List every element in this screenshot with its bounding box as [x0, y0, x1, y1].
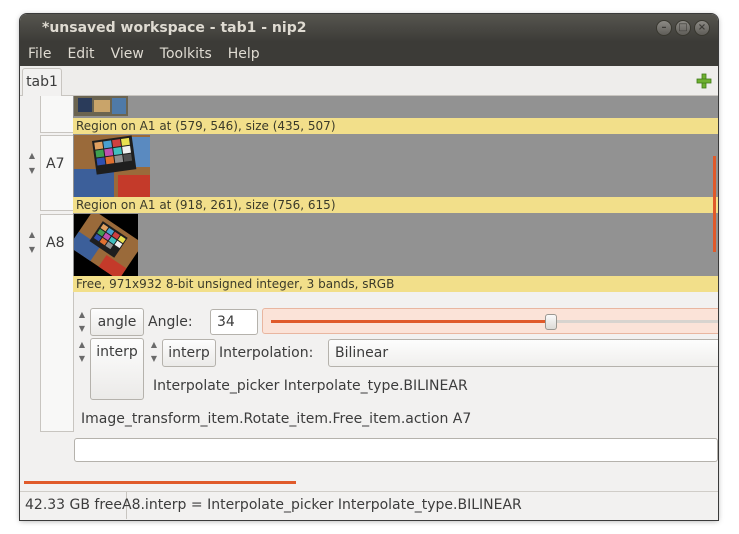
close-icon[interactable]: ×: [694, 20, 710, 36]
image-view-a7[interactable]: [73, 134, 718, 197]
command-input[interactable]: [74, 438, 718, 462]
app-window: *unsaved workspace - tab1 - nip2 – □ × F…: [20, 14, 718, 520]
angle-slider[interactable]: [262, 308, 718, 334]
interpolation-select[interactable]: Bilinear: [328, 339, 718, 367]
row-a7-down-icon[interactable]: ▼: [27, 166, 37, 176]
interpolation-label: Interpolation:: [219, 345, 314, 361]
minimize-icon[interactable]: –: [656, 20, 672, 36]
window-controls: – □ ×: [656, 20, 710, 36]
caption-prev: Region on A1 at (579, 546), size (435, 5…: [73, 118, 718, 134]
titlebar[interactable]: *unsaved workspace - tab1 - nip2 – □ ×: [20, 14, 718, 42]
action-text: Image_transform_item.Rotate_item.Free_it…: [81, 411, 472, 427]
interp-down-icon[interactable]: ▼: [77, 354, 87, 364]
interp-description: Interpolate_picker Interpolate_type.BILI…: [153, 378, 468, 394]
menu-view[interactable]: View: [111, 46, 144, 62]
angle-button[interactable]: angle: [90, 308, 144, 336]
angle-label: Angle:: [148, 314, 193, 330]
row-name-a8[interactable]: A8: [46, 235, 64, 251]
image-view-a8[interactable]: [73, 213, 718, 276]
row-gutter-prev: [40, 96, 74, 133]
interp-outer-button[interactable]: interp: [90, 338, 144, 400]
thumbnail-prev[interactable]: [74, 96, 128, 116]
thumbnail-a7[interactable]: [74, 135, 150, 197]
window-title: *unsaved workspace - tab1 - nip2: [42, 20, 307, 36]
statusbar: 42.33 GB free A8.interp = Interpolate_pi…: [20, 491, 718, 520]
caption-a7: Region on A1 at (918, 261), size (756, 6…: [73, 197, 718, 213]
add-tab-icon[interactable]: [696, 73, 712, 89]
angle-input[interactable]: 34: [210, 309, 258, 335]
tab-tab1[interactable]: tab1: [22, 68, 62, 97]
tab-strip: tab1: [20, 66, 718, 97]
menu-edit[interactable]: Edit: [67, 46, 94, 62]
caption-a8: Free, 971x932 8-bit unsigned integer, 3 …: [73, 276, 718, 292]
row-name-a7[interactable]: A7: [46, 156, 64, 172]
angle-slider-fill: [271, 320, 552, 323]
row-a8-down-icon[interactable]: ▼: [27, 245, 37, 255]
interp-inner-button[interactable]: interp: [162, 339, 216, 367]
interp-inner-down-icon[interactable]: ▼: [149, 354, 159, 364]
angle-slider-track: [271, 320, 718, 323]
row-a8-up-icon[interactable]: ▲: [27, 230, 37, 240]
interpolation-selected-value: Bilinear: [335, 345, 389, 361]
menubar: File Edit View Toolkits Help: [20, 42, 718, 66]
interp-inner-up-icon[interactable]: ▲: [149, 340, 159, 350]
row-gutter-a7: [40, 135, 74, 211]
menu-help[interactable]: Help: [228, 46, 260, 62]
interp-up-icon[interactable]: ▲: [77, 340, 87, 350]
workspace[interactable]: Region on A1 at (579, 546), size (435, 5…: [20, 96, 718, 491]
menu-file[interactable]: File: [28, 46, 51, 62]
disk-free-text: 42.33 GB free: [21, 492, 128, 519]
angle-up-icon[interactable]: ▲: [77, 310, 87, 320]
row-a7-up-icon[interactable]: ▲: [27, 151, 37, 161]
menu-toolkits[interactable]: Toolkits: [160, 46, 212, 62]
status-message: A8.interp = Interpolate_picker Interpola…: [122, 497, 522, 513]
maximize-icon[interactable]: □: [675, 20, 691, 36]
scroll-indicator[interactable]: [713, 156, 716, 252]
thumbnail-a8[interactable]: [74, 214, 138, 276]
angle-slider-thumb[interactable]: [545, 314, 558, 330]
progress-bar: [24, 481, 296, 484]
angle-down-icon[interactable]: ▼: [77, 324, 87, 334]
image-view-prev[interactable]: [73, 96, 718, 118]
